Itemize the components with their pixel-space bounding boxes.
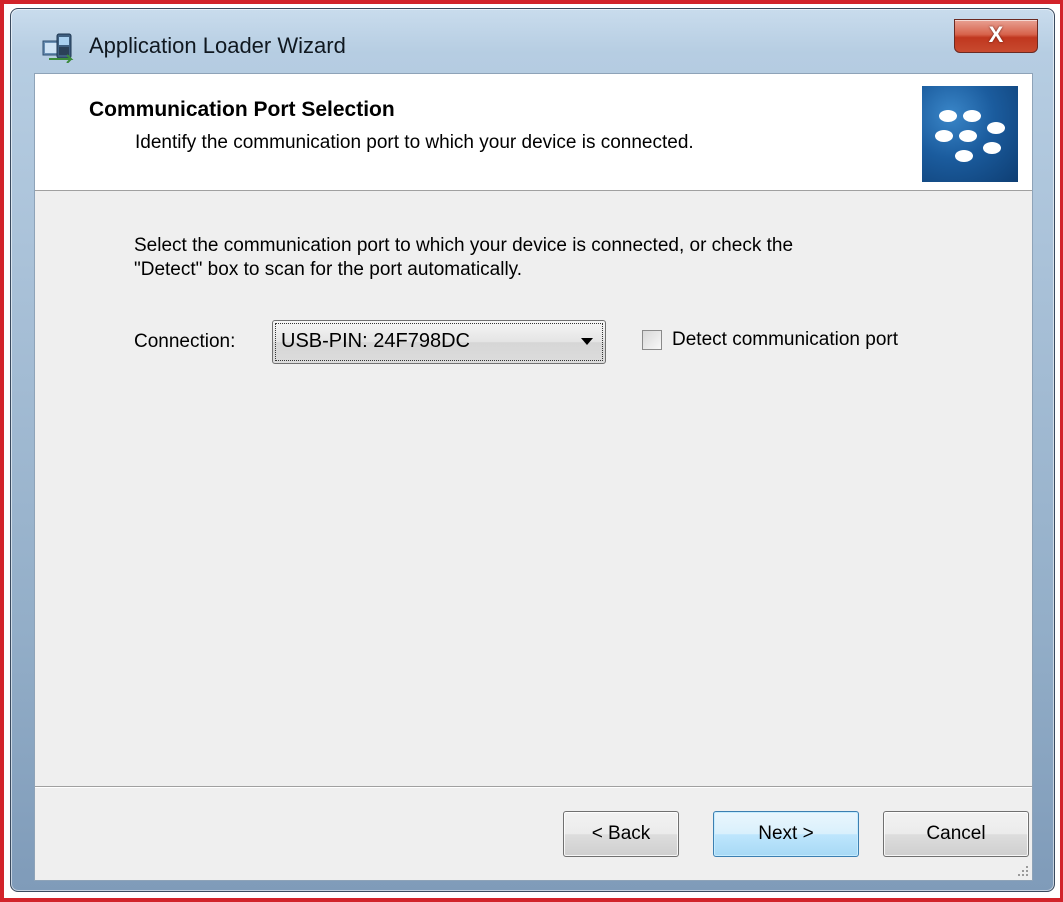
next-button[interactable]: Next > [713, 811, 859, 857]
instructions-line-2: "Detect" box to scan for the port automa… [134, 259, 523, 280]
window-title: Application Loader Wizard [89, 33, 346, 58]
instructions-line-1: Select the communication port to which y… [134, 235, 794, 256]
blackberry-logo [922, 86, 1018, 182]
dialog-client-area: Communication Port Selection Identify th… [34, 73, 1033, 881]
detect-port-checkbox[interactable] [642, 330, 662, 350]
title-bar[interactable]: Application Loader Wizard X [11, 9, 1054, 73]
wizard-header: Communication Port Selection Identify th… [35, 74, 1032, 191]
application-loader-icon [42, 33, 74, 63]
connection-label: Connection: [134, 331, 236, 352]
close-icon: X [988, 22, 1004, 47]
page-title: Communication Port Selection [89, 98, 395, 121]
wizard-window: Application Loader Wizard X Communicatio… [10, 8, 1055, 892]
instructions-text: Select the communication port to which y… [134, 234, 934, 282]
chevron-down-icon [581, 338, 593, 345]
connection-value: USB-PIN: 24F798DC [281, 330, 470, 352]
resize-grip-icon[interactable] [1014, 862, 1028, 876]
connection-dropdown[interactable]: USB-PIN: 24F798DC [272, 320, 606, 364]
blackberry-logo-icon [935, 110, 1005, 162]
detect-port-label[interactable]: Detect communication port [672, 329, 898, 351]
page-subtitle: Identify the communication port to which… [135, 132, 694, 153]
cancel-button[interactable]: Cancel [883, 811, 1029, 857]
footer-divider [35, 786, 1032, 788]
close-button[interactable]: X [954, 19, 1038, 53]
back-button[interactable]: < Back [563, 811, 679, 857]
